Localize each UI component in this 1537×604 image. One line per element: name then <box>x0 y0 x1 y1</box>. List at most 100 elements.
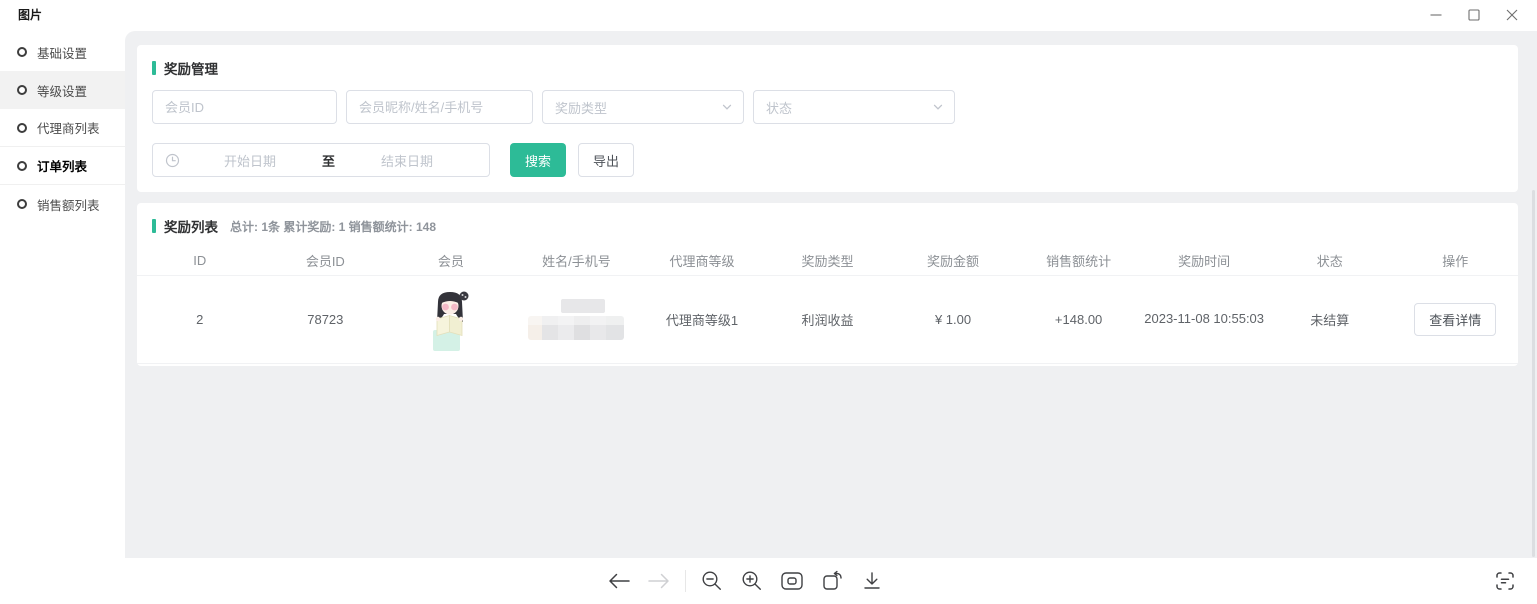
save-icon <box>862 571 882 591</box>
cell-member-id: 78723 <box>263 312 389 327</box>
maximize-icon <box>1468 9 1480 21</box>
sidebar-item-label: 代理商列表 <box>37 118 100 137</box>
cell-sales-total: +148.00 <box>1016 312 1142 327</box>
cell-member-avatar <box>388 288 514 352</box>
section-header: 奖励列表 总计: 1条 累计奖励: 1 销售额统计: 148 <box>137 203 1518 236</box>
photo-toolbar-group <box>605 558 886 604</box>
filter-row-2: 开始日期 至 结束日期 搜索 导出 <box>152 143 1518 177</box>
zoom-out-icon <box>701 570 723 592</box>
date-end-placeholder: 结束日期 <box>337 151 477 170</box>
scan-text-icon <box>1493 569 1517 593</box>
fit-to-window-icon <box>780 571 804 591</box>
circle-icon <box>17 123 27 133</box>
sidebar-item-label: 销售额列表 <box>37 195 100 214</box>
forward-button[interactable] <box>645 567 673 595</box>
close-icon <box>1506 9 1518 21</box>
table-header-row: ID 会员ID 会员 姓名/手机号 代理商等级 奖励类型 奖励金额 销售额统计 … <box>137 246 1518 276</box>
blurred-phone-block <box>528 316 624 340</box>
rotate-icon <box>820 569 844 593</box>
chevron-down-icon <box>932 101 944 113</box>
title-bar: 图片 <box>0 0 1537 31</box>
back-button[interactable] <box>605 567 633 595</box>
reward-type-select[interactable]: 奖励类型 <box>542 90 744 124</box>
circle-icon <box>17 47 27 57</box>
save-button[interactable] <box>858 567 886 595</box>
date-range-picker[interactable]: 开始日期 至 结束日期 <box>152 143 490 177</box>
scan-text-button[interactable] <box>1491 567 1519 595</box>
table-row: 2 78723 <box>137 276 1518 364</box>
date-start-placeholder: 开始日期 <box>180 151 320 170</box>
column-header-reward-amount: 奖励金额 <box>890 251 1016 270</box>
sidebar-item-label: 等级设置 <box>37 81 87 100</box>
accent-bar <box>152 61 156 75</box>
sidebar-item-order-list[interactable]: 订单列表 <box>0 147 125 185</box>
circle-icon <box>17 199 27 209</box>
cell-status: 未结算 <box>1267 310 1393 329</box>
section-title: 奖励列表 <box>164 216 218 236</box>
sidebar-item-level-settings[interactable]: 等级设置 <box>0 71 125 109</box>
chevron-down-icon <box>721 101 733 113</box>
cell-name-phone-masked <box>514 299 640 340</box>
column-header-reward-type: 奖励类型 <box>765 251 891 270</box>
view-detail-button[interactable]: 查看详情 <box>1414 303 1496 336</box>
toolbar-divider <box>685 570 686 592</box>
reward-time-text: 2023-11-08 10:55:03 <box>1144 309 1264 329</box>
maximize-button[interactable] <box>1455 0 1493 30</box>
member-info-input[interactable] <box>346 90 533 124</box>
column-header-member-id: 会员ID <box>263 251 389 270</box>
sidebar-item-agent-list[interactable]: 代理商列表 <box>0 109 125 147</box>
back-icon <box>607 572 631 590</box>
reward-management-card: 奖励管理 奖励类型 状态 开始日期 至 结束日期 <box>137 45 1518 192</box>
sidebar-item-label: 基础设置 <box>37 43 87 62</box>
photos-app-window: 图片 基础设置 等级设置 代理商列表 订单列表 <box>0 0 1537 604</box>
section-header: 奖励管理 <box>137 45 1518 78</box>
minimize-icon <box>1430 9 1442 21</box>
search-button[interactable]: 搜索 <box>510 143 566 177</box>
column-header-name-phone: 姓名/手机号 <box>514 251 640 270</box>
clock-icon <box>165 153 180 168</box>
fit-to-window-button[interactable] <box>778 567 806 595</box>
circle-icon <box>17 161 27 171</box>
export-button[interactable]: 导出 <box>578 143 634 177</box>
masked-name-phone <box>528 299 624 340</box>
zoom-in-button[interactable] <box>738 567 766 595</box>
column-header-member: 会员 <box>388 251 514 270</box>
minimize-button[interactable] <box>1417 0 1455 30</box>
sidebar-item-basic-settings[interactable]: 基础设置 <box>0 33 125 71</box>
scrollbar[interactable] <box>1532 190 1535 557</box>
cell-reward-amount: ¥ 1.00 <box>890 312 1016 327</box>
accent-bar <box>152 219 156 233</box>
list-summary: 总计: 1条 累计奖励: 1 销售额统计: 148 <box>230 218 436 235</box>
girl-reading-avatar-icon <box>428 288 474 352</box>
zoom-out-button[interactable] <box>698 567 726 595</box>
forward-icon <box>647 572 671 590</box>
image-viewer-content: 奖励管理 奖励类型 状态 开始日期 至 结束日期 <box>125 31 1537 558</box>
status-select[interactable]: 状态 <box>753 90 955 124</box>
date-separator: 至 <box>320 151 337 170</box>
filter-row-1: 奖励类型 状态 <box>152 90 1518 124</box>
select-placeholder: 状态 <box>766 98 792 117</box>
window-controls <box>1417 0 1531 30</box>
sidebar-item-sales-list[interactable]: 销售额列表 <box>0 185 125 223</box>
photo-toolbar <box>0 558 1537 604</box>
cell-id: 2 <box>137 312 263 327</box>
column-header-action: 操作 <box>1392 251 1518 270</box>
column-header-status: 状态 <box>1267 251 1393 270</box>
circle-icon <box>17 85 27 95</box>
column-header-agent-level: 代理商等级 <box>639 251 765 270</box>
rotate-button[interactable] <box>818 567 846 595</box>
section-title: 奖励管理 <box>164 58 218 78</box>
sidebar: 基础设置 等级设置 代理商列表 订单列表 销售额列表 <box>0 31 125 558</box>
blurred-name-block <box>561 299 605 313</box>
reward-list-card: 奖励列表 总计: 1条 累计奖励: 1 销售额统计: 148 ID 会员ID 会… <box>137 203 1518 366</box>
column-header-sales-total: 销售额统计 <box>1016 251 1142 270</box>
cell-agent-level: 代理商等级1 <box>639 310 765 329</box>
sidebar-item-label: 订单列表 <box>37 156 87 175</box>
column-header-reward-time: 奖励时间 <box>1141 251 1267 270</box>
select-placeholder: 奖励类型 <box>555 98 607 117</box>
close-button[interactable] <box>1493 0 1531 30</box>
cell-reward-time: 2023-11-08 10:55:03 <box>1141 309 1267 329</box>
member-id-input[interactable] <box>152 90 337 124</box>
window-title: 图片 <box>18 6 42 23</box>
column-header-id: ID <box>137 253 263 268</box>
